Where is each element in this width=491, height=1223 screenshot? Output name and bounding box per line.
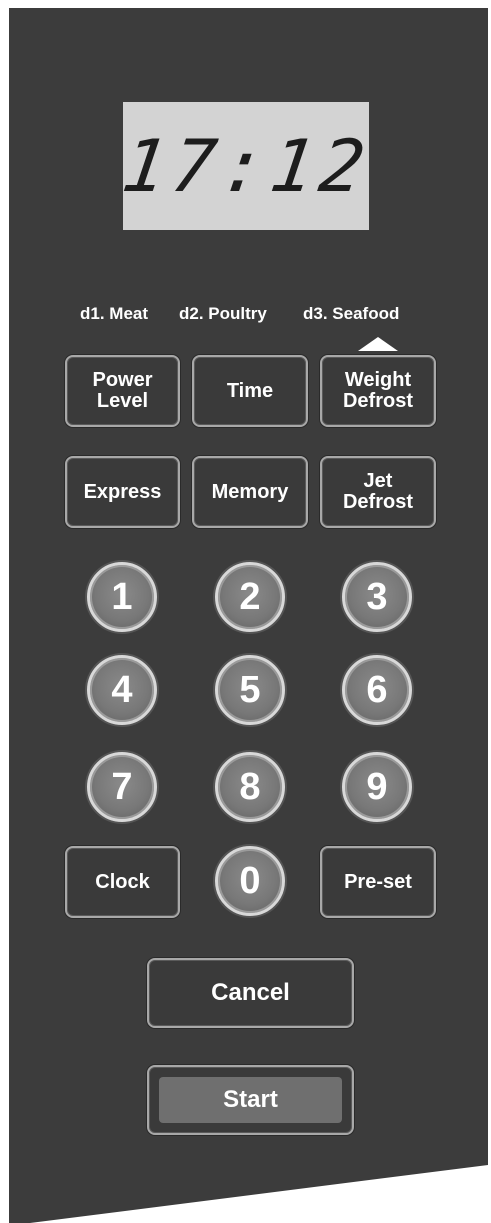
memory-label: Memory [211,480,289,503]
start-button-face: Start [159,1077,342,1123]
cancel-label: Cancel [211,979,290,1007]
express-button[interactable]: Express [65,456,180,528]
start-label: Start [223,1086,278,1114]
defrost-label-meat: d1. Meat [80,304,149,323]
express-label: Express [83,480,162,503]
time-button[interactable]: Time [192,355,308,427]
key-1[interactable]: 1 [87,562,157,632]
key-3[interactable]: 3 [342,562,412,632]
jet-defrost-label-2: Defrost [342,491,413,513]
key-6[interactable]: 6 [342,655,412,725]
time-label: Time [226,379,274,402]
power-level-label-2: Level [96,390,149,412]
key-8[interactable]: 8 [215,752,285,822]
key-2[interactable]: 2 [215,562,285,632]
defrost-label-seafood: d3. Seafood [303,304,400,323]
cancel-button[interactable]: Cancel [147,958,354,1028]
arrow-up-icon [358,337,398,351]
memory-button[interactable]: Memory [192,456,308,528]
weight-defrost-button[interactable]: Weight Defrost [320,355,436,427]
key-4[interactable]: 4 [87,655,157,725]
jet-defrost-label-1: Jet [363,470,393,492]
power-level-label-1: Power [92,369,153,391]
clock-button[interactable]: Clock [65,846,180,918]
key-7[interactable]: 7 [87,752,157,822]
weight-defrost-label-1: Weight [344,369,412,391]
weight-defrost-label-2: Defrost [342,390,413,412]
power-level-button[interactable]: Power Level [65,355,180,427]
display-time: 17:12 [116,124,376,208]
jet-defrost-button[interactable]: Jet Defrost [320,456,436,528]
preset-button[interactable]: Pre-set [320,846,436,918]
key-0[interactable]: 0 [215,846,285,916]
start-button[interactable]: Start [147,1065,354,1135]
lcd-display: 17:12 [117,102,375,230]
clock-label: Clock [95,870,150,893]
preset-label: Pre-set [344,870,412,893]
key-9[interactable]: 9 [342,752,412,822]
defrost-label-poultry: d2. Poultry [179,304,267,323]
key-5[interactable]: 5 [215,655,285,725]
